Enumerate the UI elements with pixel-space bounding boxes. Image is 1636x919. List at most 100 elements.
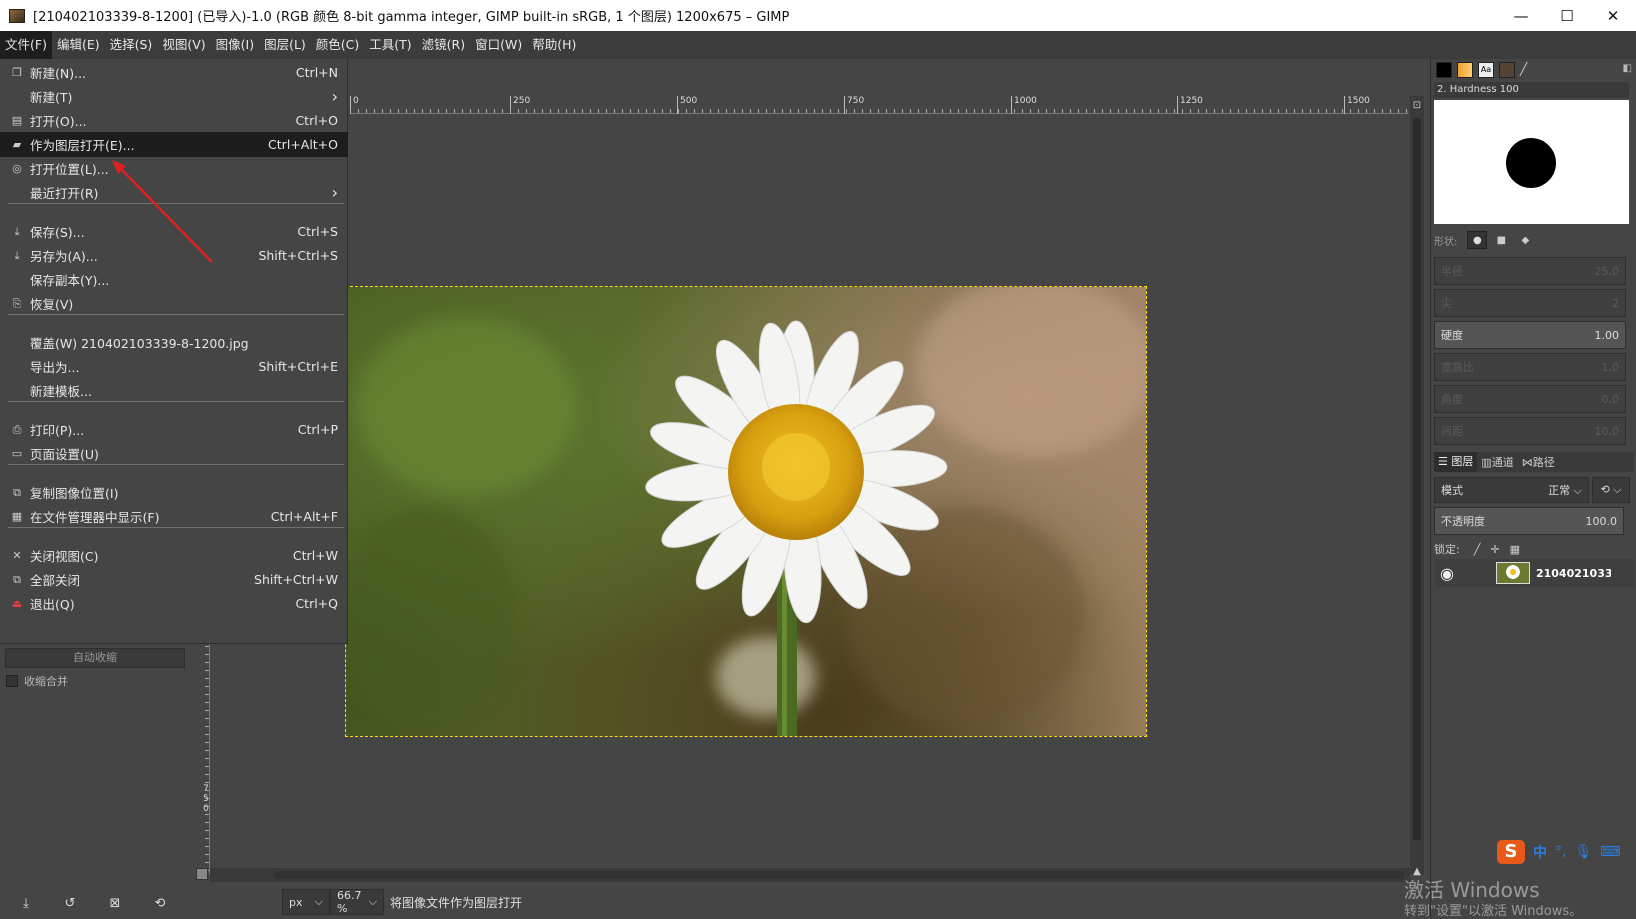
ruler-minor-mark bbox=[942, 109, 943, 113]
merge-shrink-row[interactable]: 收缩合并 bbox=[6, 673, 68, 689]
menu-windows[interactable]: 窗口(W) bbox=[470, 31, 527, 59]
dock-menu-icon[interactable]: ◧ bbox=[1623, 63, 1632, 74]
file-menu-item[interactable]: 导出为... Shift+Ctrl+E bbox=[0, 354, 348, 379]
canvas-image[interactable] bbox=[345, 286, 1147, 737]
close-button[interactable]: ✕ bbox=[1590, 0, 1636, 31]
lock-position-icon[interactable]: ✛ bbox=[1490, 543, 1499, 556]
ruler-minor-mark bbox=[205, 758, 209, 759]
menu-tools[interactable]: 工具(T) bbox=[364, 31, 416, 59]
menu-icon-placeholder bbox=[10, 273, 24, 287]
microphone-icon[interactable]: 🎙 bbox=[1574, 844, 1592, 860]
punctuation-icon[interactable]: °, bbox=[1555, 844, 1566, 860]
file-menu-item[interactable]: ▤ 打开(O)... Ctrl+O bbox=[0, 108, 348, 133]
ruler-minor-mark bbox=[1006, 109, 1007, 113]
save-tool-preset-icon[interactable]: ⤓ bbox=[16, 893, 36, 913]
daisy-photo bbox=[346, 287, 1146, 736]
aspect-ratio-slider[interactable]: 宽高比 1.0 bbox=[1434, 353, 1626, 381]
menu-item-label: 新建(N)... bbox=[30, 66, 87, 81]
menu-item-label: 恢复(V) bbox=[30, 297, 74, 312]
vertical-scrollbar[interactable] bbox=[1410, 114, 1424, 874]
merge-shrink-checkbox[interactable] bbox=[6, 675, 18, 687]
zoom-navigate-icon[interactable]: ⊡ bbox=[1410, 96, 1424, 114]
hardness-slider[interactable]: 硬度 1.00 bbox=[1434, 321, 1626, 349]
quick-mask-toggle-icon[interactable] bbox=[196, 868, 208, 880]
opacity-slider[interactable]: 不透明度 100.0 bbox=[1434, 507, 1624, 535]
file-menu-item[interactable]: ⤓ 另存为(A)... Shift+Ctrl+S bbox=[0, 243, 348, 268]
file-menu-item[interactable]: ▭ 页面设置(U) bbox=[0, 441, 348, 466]
menu-filters[interactable]: 滤镜(R) bbox=[417, 31, 470, 59]
radius-slider[interactable]: 半径 25.0 bbox=[1434, 257, 1626, 285]
diamond-shape-icon[interactable]: ◆ bbox=[1515, 231, 1535, 249]
ruler-minor-mark bbox=[734, 109, 735, 113]
file-menu-item[interactable]: ❐ 新建(N)... Ctrl+N bbox=[0, 60, 348, 85]
file-menu-item[interactable]: 覆盖(W) 210402103339-8-1200.jpg bbox=[0, 330, 348, 355]
auto-shrink-button[interactable]: 自动收缩 bbox=[5, 648, 185, 668]
lock-pixels-icon[interactable]: ╱ bbox=[1474, 543, 1481, 556]
maximize-button[interactable]: ☐ bbox=[1544, 0, 1590, 31]
tab-layers[interactable]: ☰ 图层 bbox=[1434, 452, 1478, 472]
file-menu-item[interactable]: ▦ 在文件管理器中显示(F) Ctrl+Alt+F bbox=[0, 504, 348, 529]
file-menu-item[interactable]: ⤓ 保存(S)... Ctrl+S bbox=[0, 219, 348, 244]
angle-slider[interactable]: 角度 0.0 bbox=[1434, 385, 1626, 413]
sogou-logo-icon[interactable]: S bbox=[1497, 840, 1525, 864]
ruler-minor-mark bbox=[854, 109, 855, 113]
file-menu-item[interactable]: ◎ 打开位置(L)... bbox=[0, 156, 348, 181]
menu-image[interactable]: 图像(I) bbox=[211, 31, 259, 59]
horizontal-scroll-thumb[interactable] bbox=[274, 871, 1404, 879]
menu-colors[interactable]: 颜色(C) bbox=[311, 31, 364, 59]
fonts-tab-icon[interactable]: Aa bbox=[1478, 62, 1494, 78]
tab-paths[interactable]: ⋈路径 bbox=[1518, 454, 1559, 470]
spikes-slider[interactable]: 尖 2 bbox=[1434, 289, 1626, 317]
reset-tool-icon[interactable]: ⟲ bbox=[150, 893, 170, 913]
keyboard-icon[interactable]: ⌨ bbox=[1600, 844, 1620, 860]
file-menu-item[interactable]: ⎘ 恢复(V) bbox=[0, 291, 348, 316]
mode-reset-button[interactable]: ⟲ ⌵ bbox=[1592, 477, 1630, 503]
title-bar: [210402103339-8-1200] (已导入)-1.0 (RGB 颜色 … bbox=[0, 0, 1636, 31]
menu-select[interactable]: 选择(S) bbox=[105, 31, 158, 59]
file-menu-item[interactable]: ⏏ 退出(Q) Ctrl+Q bbox=[0, 591, 348, 616]
restore-tool-preset-icon[interactable]: ↺ bbox=[60, 893, 80, 913]
menu-file[interactable]: 文件(F) bbox=[0, 31, 52, 59]
tab-channels[interactable]: ▥通道 bbox=[1477, 454, 1517, 470]
gradients-tab-icon[interactable] bbox=[1457, 62, 1473, 78]
activate-windows-hint: 转到"设置"以激活 Windows。 bbox=[1404, 904, 1583, 919]
layer-row[interactable]: ◉ 210402103339 bbox=[1434, 559, 1634, 587]
menu-layer[interactable]: 图层(L) bbox=[259, 31, 311, 59]
file-menu-item[interactable]: ⎙ 打印(P)... Ctrl+P bbox=[0, 417, 348, 442]
file-menu-item[interactable]: 新建(T) › bbox=[0, 84, 348, 109]
brush-preview[interactable] bbox=[1434, 100, 1629, 224]
menu-edit[interactable]: 编辑(E) bbox=[52, 31, 105, 59]
zoom-select[interactable]: 66.7 % ⌵ bbox=[330, 889, 384, 915]
circle-shape-icon[interactable]: ● bbox=[1467, 231, 1488, 249]
file-menu-item[interactable]: ✕ 关闭视图(C) Ctrl+W bbox=[0, 543, 348, 568]
ruler-minor-mark bbox=[894, 109, 895, 113]
file-menu-item[interactable]: 保存副本(Y)... bbox=[0, 267, 348, 292]
ime-lang[interactable]: 中 bbox=[1533, 842, 1547, 862]
horizontal-scrollbar[interactable] bbox=[210, 868, 1410, 882]
minimize-button[interactable]: — bbox=[1498, 0, 1544, 31]
lock-alpha-icon[interactable]: ▦ bbox=[1510, 543, 1520, 556]
mode-select[interactable]: 模式 正常 ⌵ bbox=[1434, 477, 1589, 503]
file-menu-item[interactable]: ⧉ 复制图像位置(I) bbox=[0, 480, 348, 505]
delete-tool-preset-icon[interactable]: ⊠ bbox=[105, 893, 125, 913]
ruler-minor-mark bbox=[638, 109, 639, 113]
ruler-minor-mark bbox=[486, 109, 487, 113]
paint-dynamics-icon[interactable]: ╱ bbox=[1520, 62, 1536, 78]
spacing-slider[interactable]: 间距 10.0 bbox=[1434, 417, 1626, 445]
menu-item-shortcut: Ctrl+Alt+O bbox=[268, 137, 338, 152]
menu-item-shortcut: Ctrl+S bbox=[297, 224, 338, 239]
square-shape-icon[interactable]: ■ bbox=[1491, 231, 1511, 249]
vertical-scroll-thumb[interactable] bbox=[1413, 118, 1421, 840]
ruler-minor-mark bbox=[862, 109, 863, 113]
menu-help[interactable]: 帮助(H) bbox=[527, 31, 581, 59]
patterns-tab-icon[interactable] bbox=[1499, 62, 1515, 78]
file-menu-item[interactable]: ▰ 作为图层打开(E)... Ctrl+Alt+O bbox=[0, 132, 348, 157]
brushes-tab-icon[interactable] bbox=[1436, 62, 1452, 78]
visibility-eye-icon[interactable]: ◉ bbox=[1440, 564, 1454, 583]
file-menu-item[interactable]: 最近打开(R) › bbox=[0, 180, 348, 205]
file-menu-item[interactable]: 新建模板... bbox=[0, 378, 348, 403]
unit-select[interactable]: px ⌵ bbox=[282, 889, 330, 915]
file-menu-item[interactable]: ⧉ 全部关闭 Shift+Ctrl+W bbox=[0, 567, 348, 592]
activate-windows-watermark: 激活 Windows bbox=[1404, 878, 1540, 902]
menu-view[interactable]: 视图(V) bbox=[157, 31, 210, 59]
